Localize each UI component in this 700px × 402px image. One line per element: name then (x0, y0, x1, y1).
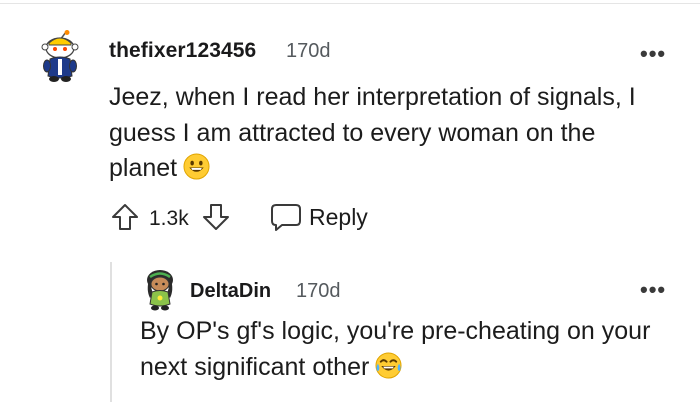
comment-body: Jeez, when I read her interpretation of … (109, 80, 669, 191)
downvote-button[interactable] (201, 202, 231, 232)
vote-score: 1.3k (149, 207, 189, 230)
upvote-button[interactable] (110, 202, 140, 232)
arrow-up-icon (112, 204, 138, 230)
speech-bubble-icon (271, 204, 301, 231)
arrow-down-icon (203, 204, 229, 230)
grinning-face-emoji-icon (183, 153, 210, 191)
reply-username[interactable]: DeltaDin (190, 280, 271, 303)
tears-of-joy-emoji-icon (375, 351, 402, 390)
reply-user-avatar[interactable] (143, 268, 177, 312)
comment-timestamp[interactable]: 170d (286, 40, 331, 63)
more-options-icon[interactable]: ••• (640, 41, 666, 67)
reply-body: By OP's gf's logic, you're pre-cheating … (140, 314, 680, 389)
comment-username[interactable]: thefixer123456 (109, 39, 256, 63)
snoo-avatar-icon (147, 270, 173, 311)
reply-timestamp[interactable]: 170d (296, 280, 341, 303)
user-avatar[interactable] (36, 30, 86, 84)
top-divider (0, 3, 700, 4)
reply-more-options-icon[interactable]: ••• (640, 277, 666, 303)
reply-button[interactable]: Reply (270, 200, 368, 234)
thread-line[interactable] (110, 262, 112, 402)
reply-label: Reply (309, 203, 368, 230)
snoo-avatar-icon (41, 30, 79, 82)
